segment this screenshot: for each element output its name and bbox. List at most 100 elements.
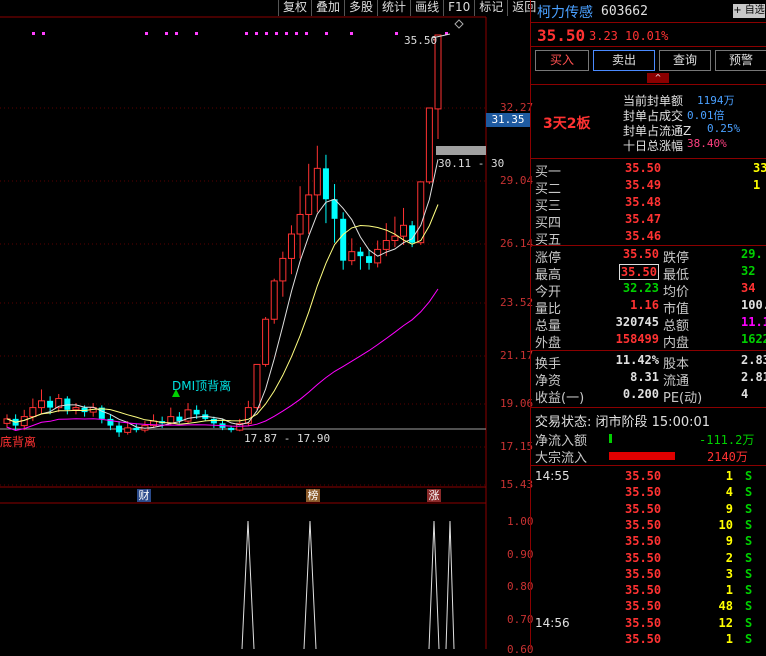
stat-value: 32 (741, 264, 756, 278)
indicator-spike (428, 520, 440, 649)
signal-dot (395, 32, 398, 35)
price-tick: 17.15 (500, 440, 534, 453)
range-mark-label: 30.11 - 30 (438, 157, 505, 170)
stat-row: 净资8.31流通2.81 (535, 370, 766, 389)
block-inflow-bar (609, 452, 675, 460)
block-inflow-label: 大宗流入 (535, 451, 588, 466)
low-range-label: 17.87 - 17.90 (244, 432, 331, 445)
buy-button[interactable]: 买入 (535, 50, 589, 71)
tick-price: 35.50 (625, 615, 662, 630)
tick-row[interactable]: 35.50 48 S (535, 599, 766, 615)
sell-button[interactable]: 卖出 (593, 50, 655, 71)
signal-dot (255, 32, 258, 35)
tick-time: 14:55 (535, 469, 570, 483)
event-mark-list[interactable]: 榜 (306, 489, 320, 502)
candle (417, 181, 425, 245)
signal-dot (285, 32, 288, 35)
orderbook-row[interactable]: 买二 35.49 1 (535, 178, 766, 197)
board-tag: 3天2板 (543, 116, 591, 132)
tick-row[interactable]: 35.50 1 S (535, 632, 766, 648)
tick-side: S (745, 550, 753, 565)
tick-volume: 3 (725, 566, 733, 581)
candle (55, 393, 63, 413)
tick-price: 35.50 (625, 485, 662, 500)
price-tick: 26.14 (500, 237, 534, 250)
tick-side: S (745, 534, 753, 549)
candle (366, 249, 373, 270)
tick-row[interactable]: 35.50 1 S (535, 583, 766, 599)
stat-value: 1622 (741, 332, 766, 346)
candle (391, 216, 399, 248)
candle (141, 421, 149, 433)
orderbook-price: 35.50 (625, 161, 662, 175)
tick-row[interactable]: 35.50 10 S (535, 518, 766, 534)
kline-chart[interactable] (0, 0, 530, 649)
orderbook-row[interactable]: 买四 35.47 (535, 212, 766, 231)
signal-dot (265, 32, 268, 35)
orderbook-price: 35.47 (625, 212, 662, 226)
event-mark-finance[interactable]: 财 (137, 489, 151, 502)
tick-volume: 10 (718, 517, 733, 532)
tick-row[interactable]: 14:56 35.50 12 S (535, 616, 766, 632)
tick-row[interactable]: 35.50 3 S (535, 567, 766, 583)
price-tick: 23.52 (500, 296, 534, 309)
stat-row: 收益(一) 0.200 PE(动) 4 (535, 387, 766, 406)
tick-row[interactable]: 35.50 4 S (535, 485, 766, 501)
tick-row[interactable]: 35.50 9 S (535, 534, 766, 550)
candle (348, 238, 356, 266)
stat-label: 收益(一) (535, 391, 585, 406)
tick-side: S (745, 469, 753, 483)
tick-side: S (745, 517, 753, 532)
stat-value: 32.23 (622, 281, 659, 295)
collapse-toggle[interactable]: ^ (647, 73, 669, 83)
signal-dot (245, 32, 248, 35)
tick-row[interactable]: 14:55 35.50 1 S (535, 469, 766, 485)
price-tick: 21.17 (500, 349, 534, 362)
signal-dot (165, 32, 168, 35)
orderbook-row[interactable]: 买五 35.46 (535, 229, 766, 248)
tick-price: 35.50 (625, 583, 662, 598)
candle (313, 145, 321, 213)
stat-value: 2.81 (741, 370, 766, 384)
tick-price: 35.50 (625, 501, 662, 516)
tick-volume: 9 (725, 534, 733, 549)
stat-row: 今开 32.23 均价 34 (535, 281, 766, 300)
candle (184, 403, 192, 424)
candle (116, 421, 123, 437)
signal-dot (195, 32, 198, 35)
candle (3, 414, 11, 428)
stat-value: 100.5 (741, 298, 766, 312)
candle (270, 278, 278, 324)
query-button[interactable]: 查询 (659, 50, 711, 71)
orderbook-row[interactable]: 买一 35.50 33 (535, 161, 766, 180)
signal-dot (305, 32, 308, 35)
tick-side: S (745, 501, 753, 516)
high-mark-label: 35.50 (404, 34, 438, 47)
add-watchlist-button[interactable]: + 自选 (733, 4, 765, 18)
stat-label: PE(动) (663, 391, 703, 406)
tick-volume: 2 (725, 550, 733, 565)
event-mark-limitup[interactable]: 涨 (427, 489, 441, 502)
stat-row: 涨停 35.50 跌停 29. (535, 247, 766, 266)
tick-row[interactable]: 35.50 2 S (535, 551, 766, 567)
quote-panel: 柯力传感 603662 + 自选 35.50 3.23 10.01% 买入 卖出… (530, 0, 766, 649)
signal-dot (350, 32, 353, 35)
candle (202, 409, 209, 422)
net-inflow-bar (609, 434, 612, 443)
diamond-icon (454, 19, 464, 29)
candle (253, 363, 261, 410)
signal-dot (275, 32, 278, 35)
tick-volume: 1 (725, 632, 733, 646)
block-inflow-value: 2140万 (707, 450, 748, 464)
stat-value: 320745 (615, 315, 659, 329)
tick-row[interactable]: 35.50 9 S (535, 502, 766, 518)
tick-price: 35.50 (625, 534, 662, 549)
alert-button[interactable]: 预警 (715, 50, 766, 71)
stock-name: 柯力传感 (537, 5, 593, 21)
orderbook-row[interactable]: 买三 35.48 (535, 195, 766, 214)
stat-label: 外盘 (535, 336, 562, 351)
orderbook-price: 35.48 (625, 195, 662, 209)
candle (107, 414, 114, 431)
tick-volume: 1 (725, 469, 733, 483)
stat-value: 4 (741, 387, 749, 401)
